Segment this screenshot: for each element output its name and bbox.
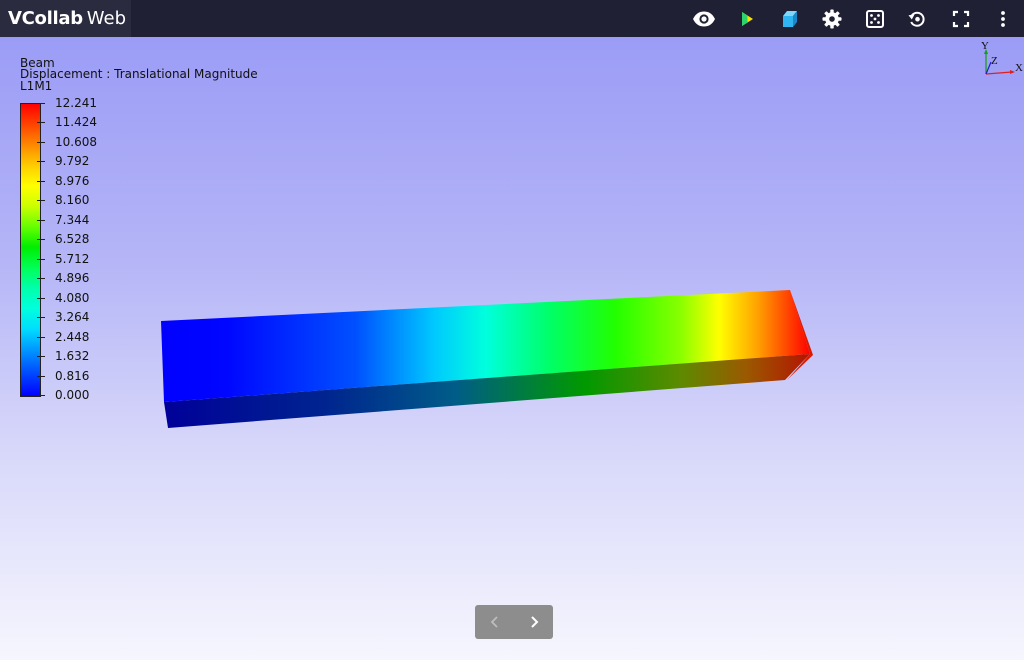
play-icon	[742, 12, 753, 26]
fullscreen-button[interactable]	[947, 5, 975, 33]
settings-button[interactable]	[818, 5, 846, 33]
visibility-button[interactable]	[690, 5, 718, 33]
more-vert-icon	[1001, 11, 1005, 27]
eye-icon	[693, 11, 715, 27]
chevron-right-icon	[530, 616, 538, 628]
fit-view-button[interactable]	[861, 5, 889, 33]
chevron-left-icon	[490, 616, 498, 628]
previous-step-button[interactable]	[475, 605, 514, 639]
dice-icon	[866, 10, 884, 28]
display-mode-button[interactable]	[776, 5, 804, 33]
fullscreen-icon	[952, 10, 970, 28]
cube-icon	[783, 11, 797, 27]
gear-icon	[822, 9, 842, 29]
brand-suffix: Web	[86, 8, 127, 29]
app-logo: VCollab Web	[0, 0, 131, 37]
beam-model[interactable]	[0, 37, 1024, 660]
play-animation-button[interactable]	[733, 5, 761, 33]
reset-view-icon	[908, 11, 925, 27]
more-options-button[interactable]	[989, 5, 1017, 33]
top-toolbar: VCollab Web	[0, 0, 1024, 37]
next-step-button[interactable]	[514, 605, 553, 639]
3d-viewport[interactable]: Beam Displacement : Translational Magnit…	[0, 37, 1024, 660]
reset-view-button[interactable]	[903, 5, 931, 33]
step-pager	[475, 605, 553, 639]
brand-name: VCollab	[8, 8, 83, 29]
